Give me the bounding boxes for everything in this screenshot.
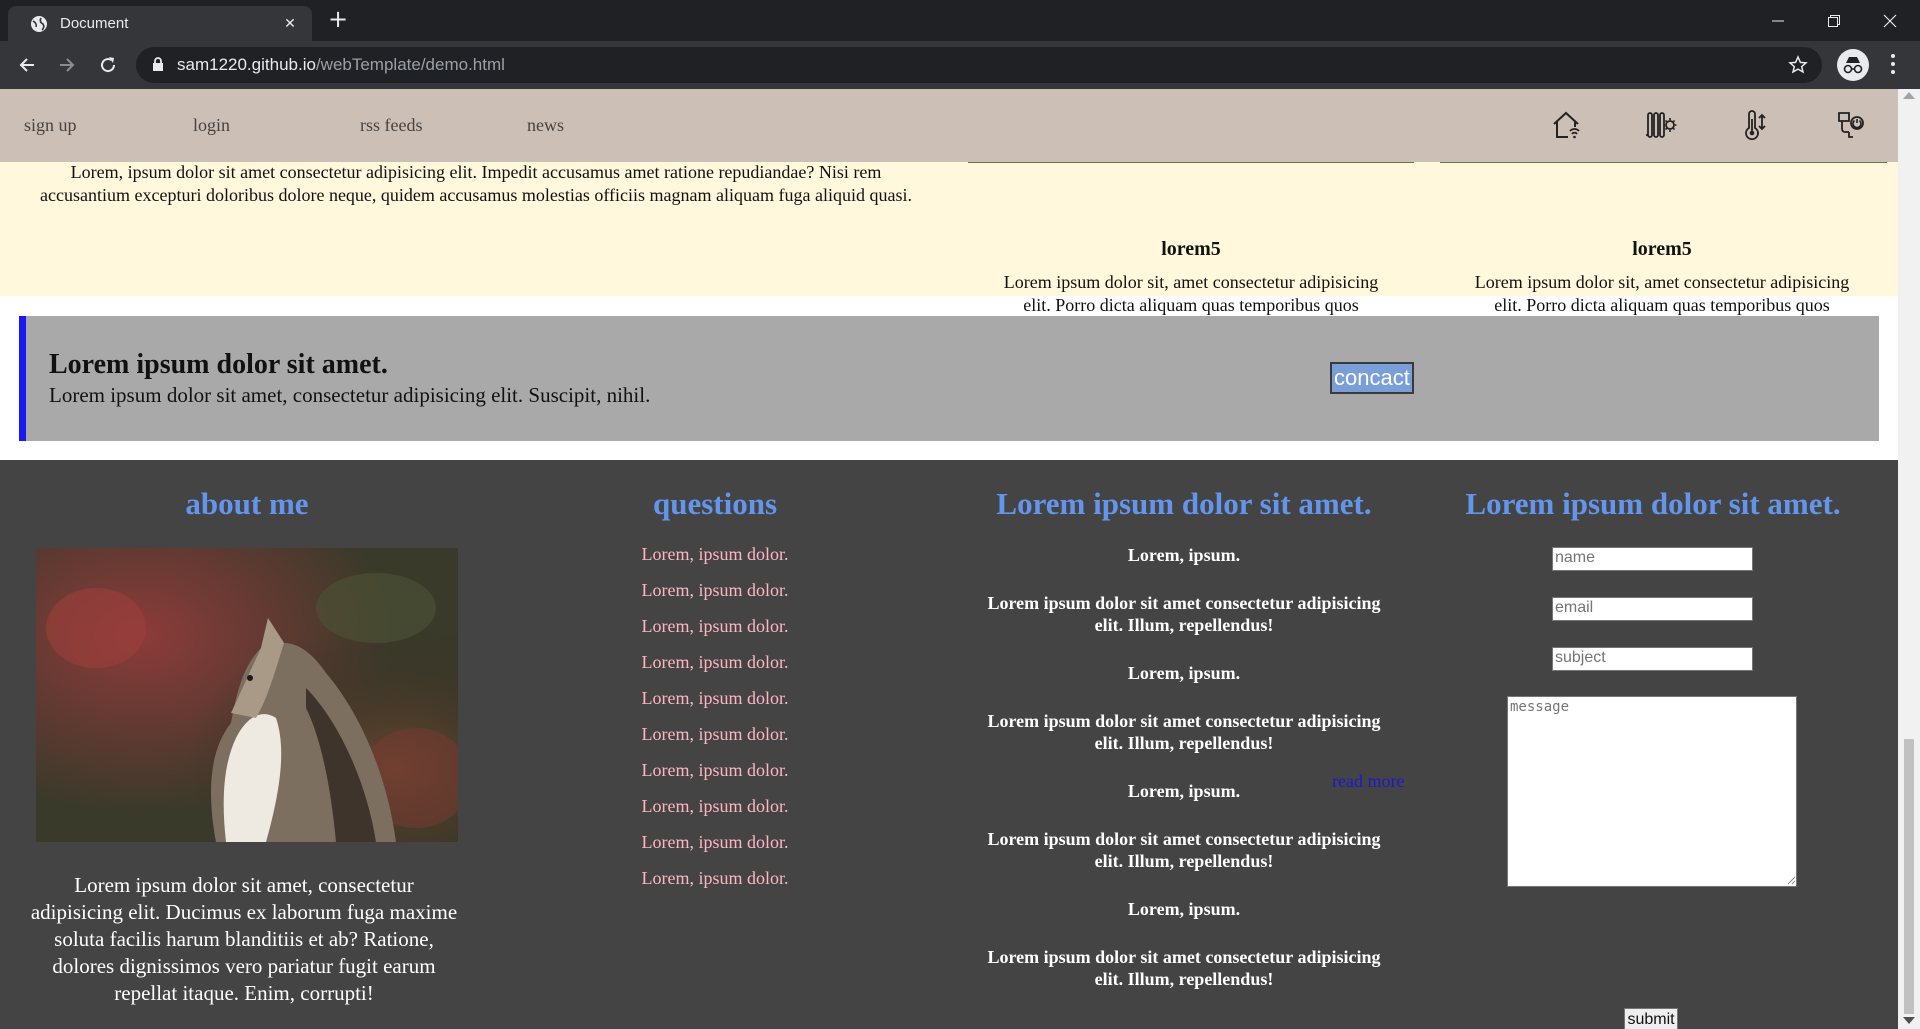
question-link[interactable]: Lorem, ipsum dolor. (480, 544, 950, 565)
footer: about me Lorem ipsum dolor sit amet, con… (0, 460, 1898, 1029)
card: lorem5 Lorem ipsum dolor sit, amet conse… (971, 161, 1411, 340)
reload-button[interactable] (94, 51, 122, 79)
subject-input[interactable]: subject (1552, 647, 1753, 671)
address-bar[interactable]: sam1220.github.io/webTemplate/demo.html (136, 47, 1822, 83)
name-input[interactable]: name (1552, 547, 1753, 571)
bookmark-star-icon[interactable] (1788, 55, 1808, 80)
card-title: lorem5 (1632, 238, 1692, 260)
question-link[interactable]: Lorem, ipsum dolor. (480, 796, 950, 817)
about-title: about me (185, 486, 309, 521)
incognito-icon[interactable] (1837, 49, 1869, 81)
close-icon (1883, 14, 1897, 27)
question-link[interactable]: Lorem, ipsum dolor. (480, 688, 950, 709)
site-navbar: sign up login rss feeds news (0, 89, 1898, 162)
heater-icon[interactable] (1645, 109, 1677, 141)
nav-link-sign-up[interactable]: sign up (24, 115, 77, 136)
message-textarea[interactable]: message (1507, 696, 1797, 887)
arrow-left-icon (19, 58, 34, 72)
minimize-icon (1772, 20, 1784, 21)
question-link[interactable]: Lorem, ipsum dolor. (480, 868, 950, 889)
question-link[interactable]: Lorem, ipsum dolor. (480, 616, 950, 637)
tab-title: Document (60, 15, 129, 32)
browser-tab[interactable]: Document ✕ (8, 6, 312, 41)
browser-toolbar: sam1220.github.io/webTemplate/demo.html (0, 41, 1920, 89)
questions-title: questions (652, 486, 778, 521)
thermometer-icon[interactable] (1740, 109, 1772, 141)
intro-paragraph: Lorem, ipsum dolor sit amet consectetur … (40, 162, 912, 205)
question-link[interactable]: Lorem, ipsum dolor. (480, 580, 950, 601)
reload-icon (101, 57, 116, 73)
faq-answer: Lorem ipsum dolor sit amet consectetur a… (987, 711, 1381, 753)
url-path: /webTemplate/demo.html (315, 55, 505, 74)
contact-button[interactable]: concact (1330, 362, 1414, 394)
contact-form-column: Lorem ipsum dolor sit amet. (1418, 460, 1888, 522)
banner-text: Lorem ipsum dolor sit amet, consectetur … (49, 383, 651, 407)
smart-home-icon[interactable] (1550, 109, 1582, 141)
cat-photo (36, 548, 458, 842)
web-page: Lorem, ipsum dolor sit amet consectetur … (0, 89, 1898, 1029)
read-more-link[interactable]: read more (1332, 771, 1404, 792)
scroll-down-icon[interactable] (1903, 1017, 1915, 1024)
nav-link-rss-feeds[interactable]: rss feeds (360, 115, 422, 136)
faq-title: Lorem ipsum dolor sit amet. (996, 486, 1372, 521)
question-link[interactable]: Lorem, ipsum dolor. (480, 652, 950, 673)
arrow-right-icon (60, 58, 75, 72)
about-text: Lorem ipsum dolor sit amet, consectetur … (30, 873, 458, 1005)
scrollbar-thumb[interactable] (1904, 739, 1914, 1014)
form-title: Lorem ipsum dolor sit amet. (1465, 486, 1841, 521)
faq-list: Lorem, ipsum. Lorem ipsum dolor sit amet… (949, 544, 1419, 990)
faq-answer: Lorem ipsum dolor sit amet consectetur a… (987, 829, 1381, 871)
back-button[interactable] (13, 51, 41, 79)
resize-handle-icon[interactable] (1786, 875, 1796, 885)
globe-icon (30, 15, 48, 33)
question-link[interactable]: Lorem, ipsum dolor. (480, 760, 950, 781)
faq-question: Lorem, ipsum. (1127, 663, 1241, 683)
questions-list: Lorem, ipsum dolor. Lorem, ipsum dolor. … (480, 544, 950, 889)
minimize-button[interactable] (1750, 0, 1806, 41)
submit-button[interactable]: submit (1624, 1008, 1678, 1029)
faq-column: Lorem ipsum dolor sit amet. Lorem, ipsum… (949, 460, 1419, 1016)
browser-tab-strip: Document ✕ + (0, 0, 1920, 41)
close-tab-icon[interactable]: ✕ (280, 16, 300, 32)
page-viewport: Lorem, ipsum dolor sit amet consectetur … (0, 89, 1920, 1029)
email-input[interactable]: email (1552, 597, 1753, 621)
new-tab-button[interactable]: + (324, 6, 352, 34)
nav-link-login[interactable]: login (193, 115, 230, 136)
smart-tap-icon[interactable] (1835, 109, 1867, 141)
more-menu-icon[interactable] (1890, 53, 1896, 80)
question-link[interactable]: Lorem, ipsum dolor. (480, 724, 950, 745)
restore-button[interactable] (1806, 0, 1862, 41)
faq-answer: Lorem ipsum dolor sit amet consectetur a… (987, 593, 1381, 635)
about-column: about me (12, 460, 482, 522)
nav-link-news[interactable]: news (527, 115, 564, 136)
scroll-up-icon[interactable] (1903, 92, 1915, 99)
cta-banner: Lorem ipsum dolor sit amet. Lorem ipsum … (19, 316, 1879, 441)
card: lorem5 Lorem ipsum dolor sit, amet conse… (1442, 161, 1882, 340)
url-host: sam1220.github.io (177, 55, 316, 74)
faq-question: Lorem, ipsum. (1127, 545, 1241, 565)
forward-button[interactable] (53, 51, 81, 79)
close-window-button[interactable] (1862, 0, 1918, 41)
banner-heading: Lorem ipsum dolor sit amet. (49, 349, 388, 380)
restore-icon (1828, 14, 1840, 27)
url-text: sam1220.github.io/webTemplate/demo.html (177, 55, 505, 75)
questions-column: questions Lorem, ipsum dolor. Lorem, ips… (480, 460, 950, 904)
lock-icon (152, 57, 164, 77)
question-link[interactable]: Lorem, ipsum dolor. (480, 832, 950, 853)
faq-question: Lorem, ipsum. (1127, 899, 1241, 919)
card-title: lorem5 (1161, 238, 1221, 260)
faq-answer: Lorem ipsum dolor sit amet consectetur a… (987, 947, 1381, 989)
